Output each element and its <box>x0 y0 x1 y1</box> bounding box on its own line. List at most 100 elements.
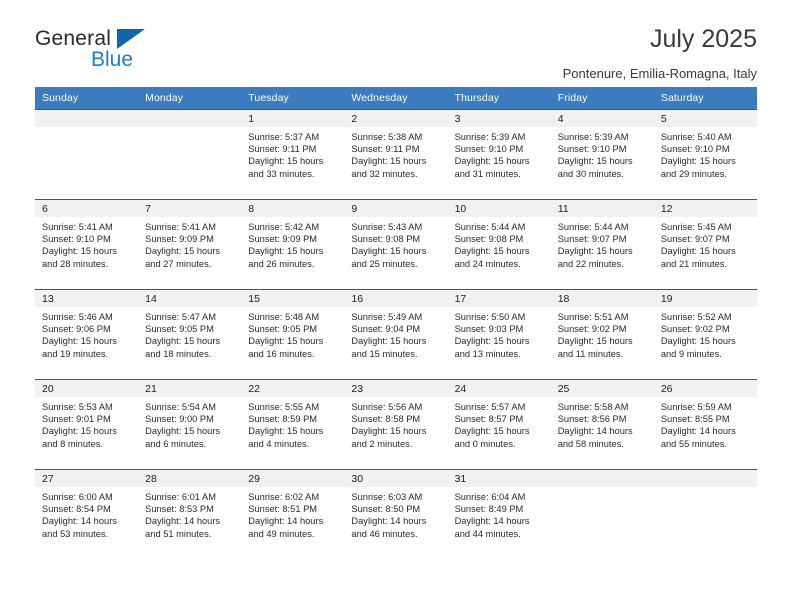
weekday-header-saturday: Saturday <box>653 87 757 110</box>
sunset-text: Sunset: 9:08 PM <box>454 234 524 245</box>
sunset-text: Sunset: 9:09 PM <box>248 234 318 245</box>
calendar-day-cell[interactable]: 28 Sunrise: 6:01 AM Sunset: 8:53 PM Dayligh… <box>138 469 242 560</box>
daylight-text-line1: Daylight: 14 hours <box>660 426 736 437</box>
daylight-text-line2: and 19 minutes. <box>42 348 109 359</box>
calendar-day-cell[interactable]: 21 Sunrise: 5:54 AM Sunset: 9:00 PM Dayligh… <box>138 379 242 470</box>
calendar-day-cell[interactable]: 22 Sunrise: 5:55 AM Sunset: 8:59 PM Dayligh… <box>241 379 345 470</box>
calendar-day-cell[interactable]: 29 Sunrise: 6:02 AM Sunset: 8:51 PM Dayligh… <box>241 469 345 560</box>
calendar-day-cell[interactable]: 7 Sunrise: 5:41 AM Sunset: 9:09 PM Daylight… <box>138 199 242 290</box>
calendar-day-cell[interactable]: 4 Sunrise: 5:39 AM Sunset: 9:10 PM Daylight… <box>550 109 654 200</box>
day-number: 22 <box>241 380 345 397</box>
daylight-text-line1: Daylight: 15 hours <box>454 246 530 257</box>
calendar-empty-cell <box>35 109 139 200</box>
day-number: 29 <box>241 470 345 487</box>
sunset-text: Sunset: 8:54 PM <box>42 504 111 515</box>
daylight-text-line2: and 18 minutes. <box>145 348 212 359</box>
calendar-day-cell[interactable]: 9 Sunrise: 5:43 AM Sunset: 9:08 PM Daylight… <box>344 199 448 290</box>
calendar-empty-cell <box>653 469 757 560</box>
day-number: 30 <box>344 470 448 487</box>
calendar-day-cell[interactable]: 26 Sunrise: 5:59 AM Sunset: 8:55 PM Dayligh… <box>653 379 757 470</box>
sunset-text: Sunset: 9:11 PM <box>351 144 420 155</box>
daylight-text-line1: Daylight: 15 hours <box>42 426 117 437</box>
day-number: 19 <box>653 290 757 307</box>
day-details: Sunrise: 6:01 AM Sunset: 8:53 PM Daylight:… <box>138 487 241 540</box>
title-block: July 2025 Pontenure, Emilia-Romagna, Ita… <box>562 25 757 81</box>
calendar-day-cell[interactable]: 5 Sunrise: 5:40 AM Sunset: 9:10 PM Daylight… <box>653 109 757 200</box>
daylight-text-line1: Daylight: 14 hours <box>248 516 324 527</box>
daylight-text-line2: and 26 minutes. <box>248 258 315 269</box>
page-subtitle: Pontenure, Emilia-Romagna, Italy <box>562 65 757 81</box>
calendar-day-cell[interactable]: 27 Sunrise: 6:00 AM Sunset: 8:54 PM Dayligh… <box>35 469 139 560</box>
day-number: 3 <box>447 110 551 127</box>
calendar-day-cell[interactable]: 2 Sunrise: 5:38 AM Sunset: 9:11 PM Daylight… <box>344 109 448 200</box>
calendar-week-row: 13 Sunrise: 5:46 AM Sunset: 9:06 PM Dayligh… <box>35 289 757 380</box>
calendar-day-cell[interactable]: 19 Sunrise: 5:52 AM Sunset: 9:02 PM Dayligh… <box>653 289 757 380</box>
sunrise-text: Sunrise: 5:43 AM <box>351 222 423 232</box>
sunset-text: Sunset: 8:57 PM <box>454 414 524 425</box>
day-details: Sunrise: 5:39 AM Sunset: 9:10 PM Daylight:… <box>551 127 654 180</box>
day-number: 21 <box>138 380 242 397</box>
sunset-text: Sunset: 9:07 PM <box>557 234 627 245</box>
daylight-text-line2: and 49 minutes. <box>248 528 315 539</box>
calendar-day-cell[interactable]: 24 Sunrise: 5:57 AM Sunset: 8:57 PM Dayligh… <box>447 379 551 470</box>
day-details: Sunrise: 5:51 AM Sunset: 9:02 PM Daylight:… <box>551 307 654 360</box>
daylight-text-line1: Daylight: 14 hours <box>454 516 530 527</box>
daylight-text-line1: Daylight: 15 hours <box>454 336 530 347</box>
day-number: 17 <box>447 290 551 307</box>
calendar-day-cell[interactable]: 31 Sunrise: 6:04 AM Sunset: 8:49 PM Dayligh… <box>447 469 551 560</box>
day-number: 11 <box>550 200 654 217</box>
calendar-day-cell[interactable]: 3 Sunrise: 5:39 AM Sunset: 9:10 PM Daylight… <box>447 109 551 200</box>
daylight-text-line1: Daylight: 14 hours <box>557 426 633 437</box>
sunset-text: Sunset: 9:02 PM <box>557 324 627 335</box>
daylight-text-line1: Daylight: 15 hours <box>248 336 324 347</box>
daylight-text-line1: Daylight: 15 hours <box>351 336 427 347</box>
calendar-day-cell[interactable]: 1 Sunrise: 5:37 AM Sunset: 9:11 PM Daylight… <box>241 109 345 200</box>
daylight-text-line1: Daylight: 15 hours <box>248 246 324 257</box>
calendar-day-cell[interactable]: 16 Sunrise: 5:49 AM Sunset: 9:04 PM Dayligh… <box>344 289 448 380</box>
daylight-text-line2: and 30 minutes. <box>557 168 624 179</box>
daylight-text-line1: Daylight: 15 hours <box>145 426 221 437</box>
weekday-header-wednesday: Wednesday <box>344 87 448 110</box>
daylight-text-line1: Daylight: 14 hours <box>145 516 221 527</box>
daylight-text-line1: Daylight: 15 hours <box>42 246 117 257</box>
calendar-day-cell[interactable]: 13 Sunrise: 5:46 AM Sunset: 9:06 PM Dayligh… <box>35 289 139 380</box>
calendar-day-cell[interactable]: 14 Sunrise: 5:47 AM Sunset: 9:05 PM Dayligh… <box>138 289 242 380</box>
calendar-day-cell[interactable]: 30 Sunrise: 6:03 AM Sunset: 8:50 PM Dayligh… <box>344 469 448 560</box>
daylight-text-line2: and 32 minutes. <box>351 168 418 179</box>
day-number: 14 <box>138 290 242 307</box>
sunset-text: Sunset: 8:56 PM <box>557 414 627 425</box>
day-details: Sunrise: 5:47 AM Sunset: 9:05 PM Daylight:… <box>138 307 241 360</box>
calendar-day-cell[interactable]: 15 Sunrise: 5:48 AM Sunset: 9:05 PM Dayligh… <box>241 289 345 380</box>
day-number: 28 <box>138 470 242 487</box>
day-details: Sunrise: 5:55 AM Sunset: 8:59 PM Daylight:… <box>241 397 344 450</box>
sunset-text: Sunset: 9:02 PM <box>660 324 730 335</box>
calendar-day-cell[interactable]: 12 Sunrise: 5:45 AM Sunset: 9:07 PM Dayligh… <box>653 199 757 290</box>
daylight-text-line2: and 25 minutes. <box>351 258 418 269</box>
calendar-day-cell[interactable]: 25 Sunrise: 5:58 AM Sunset: 8:56 PM Dayligh… <box>550 379 654 470</box>
day-number: 1 <box>241 110 345 127</box>
calendar-day-cell[interactable]: 8 Sunrise: 5:42 AM Sunset: 9:09 PM Daylight… <box>241 199 345 290</box>
day-details: Sunrise: 5:46 AM Sunset: 9:06 PM Daylight:… <box>35 307 138 360</box>
calendar-day-cell[interactable]: 17 Sunrise: 5:50 AM Sunset: 9:03 PM Dayligh… <box>447 289 551 380</box>
day-number: 9 <box>344 200 448 217</box>
calendar-week-row: 20 Sunrise: 5:53 AM Sunset: 9:01 PM Dayligh… <box>35 379 757 470</box>
sunrise-text: Sunrise: 6:03 AM <box>351 492 423 502</box>
daylight-text-line1: Daylight: 15 hours <box>557 246 633 257</box>
calendar-day-cell[interactable]: 6 Sunrise: 5:41 AM Sunset: 9:10 PM Daylight… <box>35 199 139 290</box>
sunset-text: Sunset: 9:10 PM <box>557 144 627 155</box>
calendar-day-cell[interactable]: 10 Sunrise: 5:44 AM Sunset: 9:08 PM Dayligh… <box>447 199 551 290</box>
day-number: 23 <box>344 380 448 397</box>
sunrise-text: Sunrise: 5:54 AM <box>145 402 216 412</box>
daylight-text-line1: Daylight: 14 hours <box>351 516 427 527</box>
daylight-text-line1: Daylight: 15 hours <box>42 336 117 347</box>
calendar-day-cell[interactable]: 20 Sunrise: 5:53 AM Sunset: 9:01 PM Dayligh… <box>35 379 139 470</box>
calendar-day-cell[interactable]: 11 Sunrise: 5:44 AM Sunset: 9:07 PM Dayligh… <box>550 199 654 290</box>
daylight-text-line2: and 4 minutes. <box>248 438 310 449</box>
daylight-text-line1: Daylight: 15 hours <box>145 336 221 347</box>
daylight-text-line2: and 31 minutes. <box>454 168 521 179</box>
daylight-text-line2: and 33 minutes. <box>248 168 315 179</box>
daylight-text-line1: Daylight: 15 hours <box>557 336 633 347</box>
sunrise-text: Sunrise: 6:00 AM <box>42 492 113 502</box>
calendar-day-cell[interactable]: 23 Sunrise: 5:56 AM Sunset: 8:58 PM Dayligh… <box>344 379 448 470</box>
calendar-day-cell[interactable]: 18 Sunrise: 5:51 AM Sunset: 9:02 PM Dayligh… <box>550 289 654 380</box>
